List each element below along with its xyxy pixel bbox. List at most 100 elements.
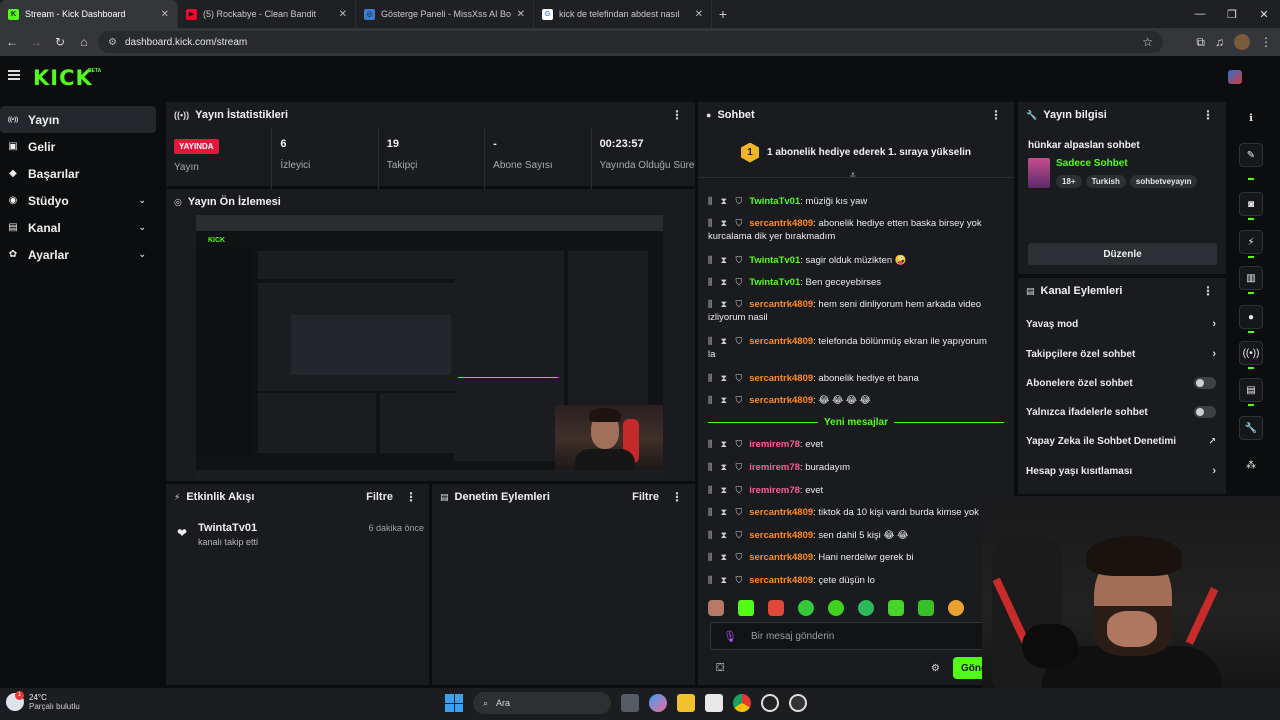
category-link[interactable]: Sadece Sohbet — [1056, 158, 1128, 169]
chat-message[interactable]: ⫼ ⧗ ⛉ TwintaTv01: sagir olduk müzikten 🤪 — [708, 254, 988, 267]
chat-message[interactable]: ⫼ ⧗ ⛉ iremirem78: evet — [708, 438, 988, 451]
chat-collapse-icon[interactable]: ⩡ — [850, 170, 856, 181]
chat-message[interactable]: ⫼ ⧗ ⛉ sercantrk4809: abonelik hediye et b… — [708, 372, 988, 385]
channel-action-row[interactable]: Yapay Zeka ile Sohbet Denetimi ↗ — [1026, 431, 1218, 451]
chat-username[interactable]: sercantrk4809 — [749, 373, 813, 384]
chat-username[interactable]: sercantrk4809 — [749, 299, 813, 310]
chevron-down-icon[interactable]: ⌄ — [138, 249, 146, 260]
chat-message[interactable]: ⫼ ⧗ ⛉ sercantrk4809: sen dahil 5 kişi 😂 😂 — [708, 529, 988, 542]
new-tab-button[interactable]: + — [712, 6, 734, 22]
chat-username[interactable]: TwintaTv01 — [749, 255, 800, 266]
chat-username[interactable]: sercantrk4809 — [749, 530, 813, 541]
channel-action-row[interactable]: Takipçilere özel sohbet › — [1026, 344, 1218, 364]
chat-username[interactable]: sercantrk4809 — [749, 552, 813, 563]
tab-close-icon[interactable]: ✕ — [517, 9, 525, 20]
close-window-icon[interactable]: ✕ — [1248, 0, 1280, 28]
emote-red[interactable] — [768, 600, 784, 616]
obs-icon[interactable] — [761, 694, 779, 712]
edit-pencil-icon[interactable]: ✎ — [1239, 143, 1263, 167]
maximize-icon[interactable]: ❐ — [1216, 0, 1248, 28]
wrench-icon[interactable]: 🔧 — [1239, 416, 1263, 440]
emote-green-chat[interactable] — [828, 600, 844, 616]
back-icon[interactable]: ← — [0, 35, 24, 49]
more-options-icon[interactable]: ⋮ — [990, 108, 1002, 122]
moderation-icon[interactable]: ▤ — [1239, 378, 1263, 402]
chevron-right-icon[interactable]: › — [1212, 465, 1216, 477]
minimize-icon[interactable]: — — [1184, 0, 1216, 28]
site-info-icon[interactable]: ⚙ — [108, 37, 117, 48]
toggle-switch[interactable] — [1194, 406, 1216, 418]
windows-start-icon[interactable] — [445, 694, 463, 712]
channel-action-row[interactable]: Yalnızca ifadelerle sohbet — [1026, 402, 1218, 422]
kick-logo[interactable]: KICK — [33, 66, 93, 90]
chat-message[interactable]: ⫼ ⧗ ⛉ sercantrk4809: telefonda bölünmüş e… — [708, 335, 988, 361]
lightning-icon[interactable]: ⚡ — [1239, 230, 1263, 254]
reload-icon[interactable]: ↻ — [48, 35, 72, 49]
chevron-right-icon[interactable]: › — [1212, 348, 1216, 360]
chat-message[interactable]: ⫼ ⧗ ⛉ TwintaTv01: Ben geceyebirses — [708, 276, 988, 289]
channel-action-row[interactable]: Hesap yaşı kısıtlaması › — [1026, 461, 1218, 481]
new-messages-divider[interactable]: Yeni mesajlar — [708, 415, 1004, 429]
chat-username[interactable]: sercantrk4809 — [749, 218, 813, 229]
emote-green-globe[interactable] — [858, 600, 874, 616]
browser-tab[interactable]: ▶ (5) Rockabye - Clean Bandit ✕ — [178, 0, 356, 28]
chevron-down-icon[interactable]: ⌄ — [138, 195, 146, 206]
chat-message[interactable]: ⫼ ⧗ ⛉ sercantrk4809: 😂 😂 😂 😂 — [708, 394, 988, 407]
file-explorer-icon[interactable] — [677, 694, 695, 712]
sidebar-item[interactable]: ◉ Stüdyo ⌄ — [0, 187, 156, 214]
chat-settings-gear-icon[interactable]: ⚙ — [931, 663, 940, 674]
copilot-icon[interactable] — [649, 694, 667, 712]
document-icon[interactable]: ▥ — [1239, 266, 1263, 290]
chat-username[interactable]: TwintaTv01 — [749, 196, 800, 207]
external-link-icon[interactable]: ↗ — [1208, 436, 1216, 447]
browser-tab[interactable]: K Stream - Kick Dashboard ✕ — [0, 0, 178, 28]
connections-icon[interactable]: ⁂ — [1239, 453, 1263, 477]
chat-message-input[interactable]: 🎙 Bir mesaj gönderin — [710, 622, 990, 650]
forward-icon[interactable]: → — [24, 35, 48, 49]
sidebar-item[interactable]: ✿ Ayarlar ⌄ — [0, 241, 156, 268]
activity-filter-button[interactable]: Filtre — [366, 491, 393, 503]
emote-ball[interactable] — [798, 600, 814, 616]
url-field[interactable]: ⚙ dashboard.kick.com/stream ☆ — [98, 31, 1163, 53]
chat-username[interactable]: sercantrk4809 — [749, 575, 813, 586]
tab-close-icon[interactable]: ✕ — [339, 9, 347, 20]
extensions-icon[interactable]: ⧉ — [1196, 35, 1205, 50]
more-options-icon[interactable]: ⋮ — [405, 490, 417, 504]
chat-message[interactable]: ⫼ ⧗ ⛉ sercantrk4809: tiktok da 10 kişi va… — [708, 506, 988, 519]
stream-preview-video[interactable]: KICK — [196, 215, 663, 480]
channel-action-row[interactable]: Yavaş mod › — [1026, 314, 1218, 334]
media-control-icon[interactable]: ♫ — [1215, 35, 1224, 49]
notepad-icon[interactable] — [705, 694, 723, 712]
screen-capture-icon[interactable]: ◙ — [1239, 192, 1263, 216]
tab-close-icon[interactable]: ✕ — [695, 9, 703, 20]
browser-tab[interactable]: ◎ Gösterge Paneli - MissXss AI Bo ✕ — [356, 0, 534, 28]
emote-green-face[interactable] — [888, 600, 904, 616]
chat-message[interactable]: ⫼ ⧗ ⛉ sercantrk4809: abonelik hediye ette… — [708, 217, 988, 243]
sidebar-item[interactable]: ((•)) Yayın — [0, 106, 156, 133]
chat-message[interactable]: ⫼ ⧗ ⛉ sercantrk4809: hem seni dinliyorum … — [708, 298, 988, 324]
hamburger-menu-icon[interactable] — [8, 70, 20, 80]
tab-close-icon[interactable]: ✕ — [161, 9, 169, 20]
chat-username[interactable]: sercantrk4809 — [749, 507, 813, 518]
chat-message[interactable]: ⫼ ⧗ ⛉ sercantrk4809: Hani nerdelwr gerek … — [708, 551, 988, 564]
chat-message[interactable]: ⫼ ⧗ ⛉ iremirem78: buradayım — [708, 461, 988, 474]
sidebar-item[interactable]: ▤ Kanal ⌄ — [0, 214, 156, 241]
browser-menu-icon[interactable]: ⋮ — [1260, 35, 1272, 49]
broadcast-icon[interactable]: ((•)) — [1239, 341, 1263, 365]
emote-face[interactable] — [708, 600, 724, 616]
chat-username[interactable]: TwintaTv01 — [749, 277, 800, 288]
bookmark-star-icon[interactable]: ☆ — [1142, 35, 1153, 49]
app-icon[interactable] — [789, 694, 807, 712]
emote-green-bag[interactable] — [918, 600, 934, 616]
chat-message[interactable]: ⫼ ⧗ ⛉ sercantrk4809: çete düşün lo — [708, 574, 988, 587]
user-avatar[interactable] — [1228, 70, 1242, 84]
more-options-icon[interactable]: ⋮ — [671, 108, 683, 122]
pinned-leaderboard-banner[interactable]: 1 1 abonelik hediye ederek 1. sıraya yük… — [698, 128, 1014, 178]
chevron-right-icon[interactable]: › — [1212, 318, 1216, 330]
more-options-icon[interactable]: ⋮ — [1202, 108, 1214, 122]
sidebar-item[interactable]: ◆ Başarılar — [0, 160, 156, 187]
microphone-icon[interactable]: 🎙 — [723, 630, 737, 643]
info-icon[interactable]: ℹ — [1239, 106, 1263, 130]
chat-username[interactable]: sercantrk4809 — [749, 395, 813, 406]
gift-icon[interactable]: ⛋ — [716, 662, 724, 675]
